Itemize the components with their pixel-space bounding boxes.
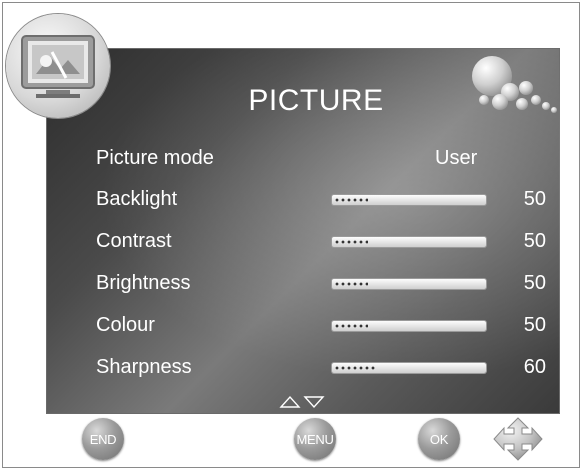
setting-label: Picture mode: [96, 147, 214, 169]
setting-label: Contrast: [96, 230, 172, 252]
setting-slider[interactable]: [332, 363, 486, 373]
setting-label: Colour: [96, 314, 155, 336]
setting-value: 50: [523, 230, 546, 252]
setting-label: Backlight: [96, 188, 178, 210]
dpad-icon[interactable]: [486, 416, 550, 462]
setting-slider[interactable]: [332, 279, 486, 289]
end-button-label: END: [89, 431, 117, 447]
setting-row-contrast[interactable]: Contrast 50: [96, 226, 546, 256]
ok-button-label: OK: [429, 431, 449, 447]
setting-label: Sharpness: [96, 356, 192, 378]
setting-slider[interactable]: [332, 321, 486, 331]
setting-row-picture-mode[interactable]: Picture mode User: [96, 143, 546, 173]
setting-row-colour[interactable]: Colour 50: [96, 310, 546, 340]
setting-value: 60: [523, 356, 546, 378]
page-title: PICTURE: [248, 84, 384, 117]
menu-button[interactable]: MENU: [294, 418, 336, 460]
slider-fill: [334, 197, 368, 203]
setting-row-backlight[interactable]: Backlight 50: [96, 184, 546, 214]
slider-fill: [334, 323, 368, 329]
end-button[interactable]: END: [82, 418, 124, 460]
menu-button-label: MENU: [296, 431, 334, 447]
setting-value: 50: [523, 272, 546, 294]
setting-slider[interactable]: [332, 195, 486, 205]
slider-fill: [334, 365, 375, 371]
slider-fill: [334, 281, 368, 287]
setting-row-sharpness[interactable]: Sharpness 60: [96, 352, 546, 382]
setting-value: 50: [523, 188, 546, 210]
setting-row-brightness[interactable]: Brightness 50: [96, 268, 546, 298]
setting-slider[interactable]: [332, 237, 486, 247]
setting-value: 50: [523, 314, 546, 336]
slider-fill: [334, 239, 368, 245]
setting-value: User: [435, 147, 478, 169]
up-down-arrows-icon[interactable]: [279, 395, 325, 409]
ok-button[interactable]: OK: [418, 418, 460, 460]
setting-label: Brightness: [96, 272, 191, 294]
